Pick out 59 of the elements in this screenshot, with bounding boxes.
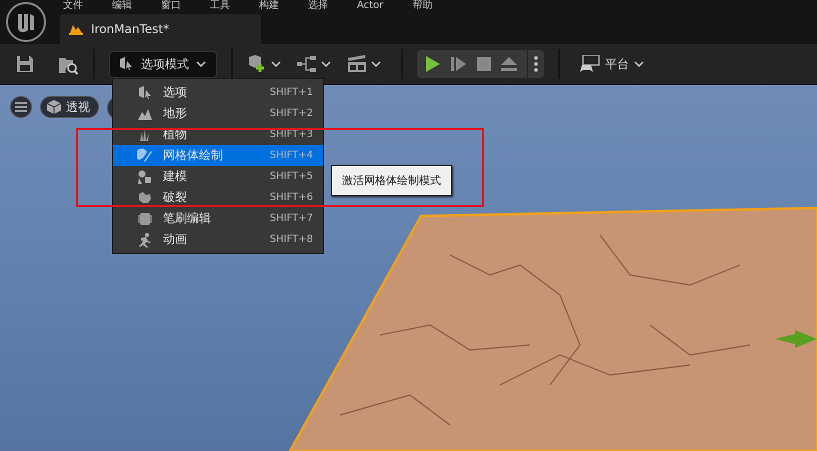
shortcut-text: SHIFT+4 [270, 150, 313, 161]
mode-menu-item[interactable]: 地形 SHIFT+2 [113, 103, 323, 124]
caret-icon [634, 61, 644, 67]
document-tab[interactable]: IronManTest* [60, 14, 261, 44]
more-options-icon[interactable] [534, 56, 538, 72]
engine-logo-icon[interactable] [6, 2, 46, 42]
menu-icon [15, 102, 27, 112]
mode-icon [137, 84, 153, 100]
menu-item[interactable]: 编辑 [112, 0, 132, 11]
mode-icon [137, 232, 153, 248]
mode-label: 破裂 [163, 189, 188, 206]
shortcut-text: SHIFT+2 [270, 108, 313, 119]
mode-menu-item[interactable]: 动画 SHIFT+8 [113, 229, 323, 250]
shortcut-text: SHIFT+5 [270, 171, 313, 182]
add-actor-icon[interactable] [247, 54, 267, 74]
mode-select-button[interactable]: 选项模式 [109, 50, 217, 78]
mode-icon [137, 190, 153, 206]
select-mode-icon [118, 56, 134, 72]
mode-label: 地形 [163, 105, 188, 122]
clapperboard-icon[interactable] [347, 55, 367, 73]
menu-item[interactable]: 选择 [308, 0, 328, 11]
view-mode-button[interactable]: 透视 [40, 96, 99, 118]
play-icon[interactable] [425, 55, 441, 73]
mode-menu-item[interactable]: 破裂 SHIFT+6 [113, 187, 323, 208]
step-forward-icon[interactable] [451, 56, 467, 72]
mode-icon [137, 148, 153, 164]
caret-icon [271, 61, 281, 67]
mode-menu-item[interactable]: 建模 SHIFT+5 [113, 166, 323, 187]
caret-icon [196, 61, 206, 67]
mode-label: 动画 [163, 231, 188, 248]
menu-button[interactable] [10, 96, 32, 118]
gamepad-monitor-icon [580, 55, 600, 73]
shortcut-text: SHIFT+6 [270, 192, 313, 203]
mode-menu-item[interactable]: 网格体绘制 SHIFT+4 [113, 145, 323, 166]
menu-item[interactable]: 工具 [210, 0, 230, 11]
menu-item[interactable]: 构建 [259, 0, 279, 11]
mode-menu-item[interactable]: 笔刷编辑 SHIFT+7 [113, 208, 323, 229]
shortcut-text: SHIFT+7 [270, 213, 313, 224]
menu-item[interactable]: 帮助 [412, 0, 432, 11]
caret-icon [321, 61, 331, 67]
caret-icon [371, 61, 381, 67]
save-icon[interactable] [16, 55, 34, 73]
mode-icon [137, 210, 153, 226]
platform-button[interactable]: 平台 [574, 54, 650, 74]
tooltip: 激活网格体绘制模式 [331, 165, 452, 196]
level-icon [69, 23, 83, 35]
mode-label: 选项 [163, 84, 188, 101]
mode-label: 笔刷编辑 [163, 210, 212, 227]
cube-icon [47, 100, 61, 114]
shortcut-text: SHIFT+3 [270, 129, 313, 140]
menu-item[interactable]: Actor [357, 0, 384, 11]
blueprint-graph-icon[interactable] [297, 56, 317, 72]
shortcut-text: SHIFT+1 [270, 87, 313, 98]
mode-icon [137, 168, 153, 184]
mode-menu-item[interactable]: 选项 SHIFT+1 [113, 82, 323, 103]
shortcut-text: SHIFT+8 [270, 234, 313, 245]
mode-label: 网格体绘制 [163, 147, 224, 164]
mode-label: 建模 [163, 168, 188, 185]
eject-icon[interactable] [501, 57, 517, 71]
